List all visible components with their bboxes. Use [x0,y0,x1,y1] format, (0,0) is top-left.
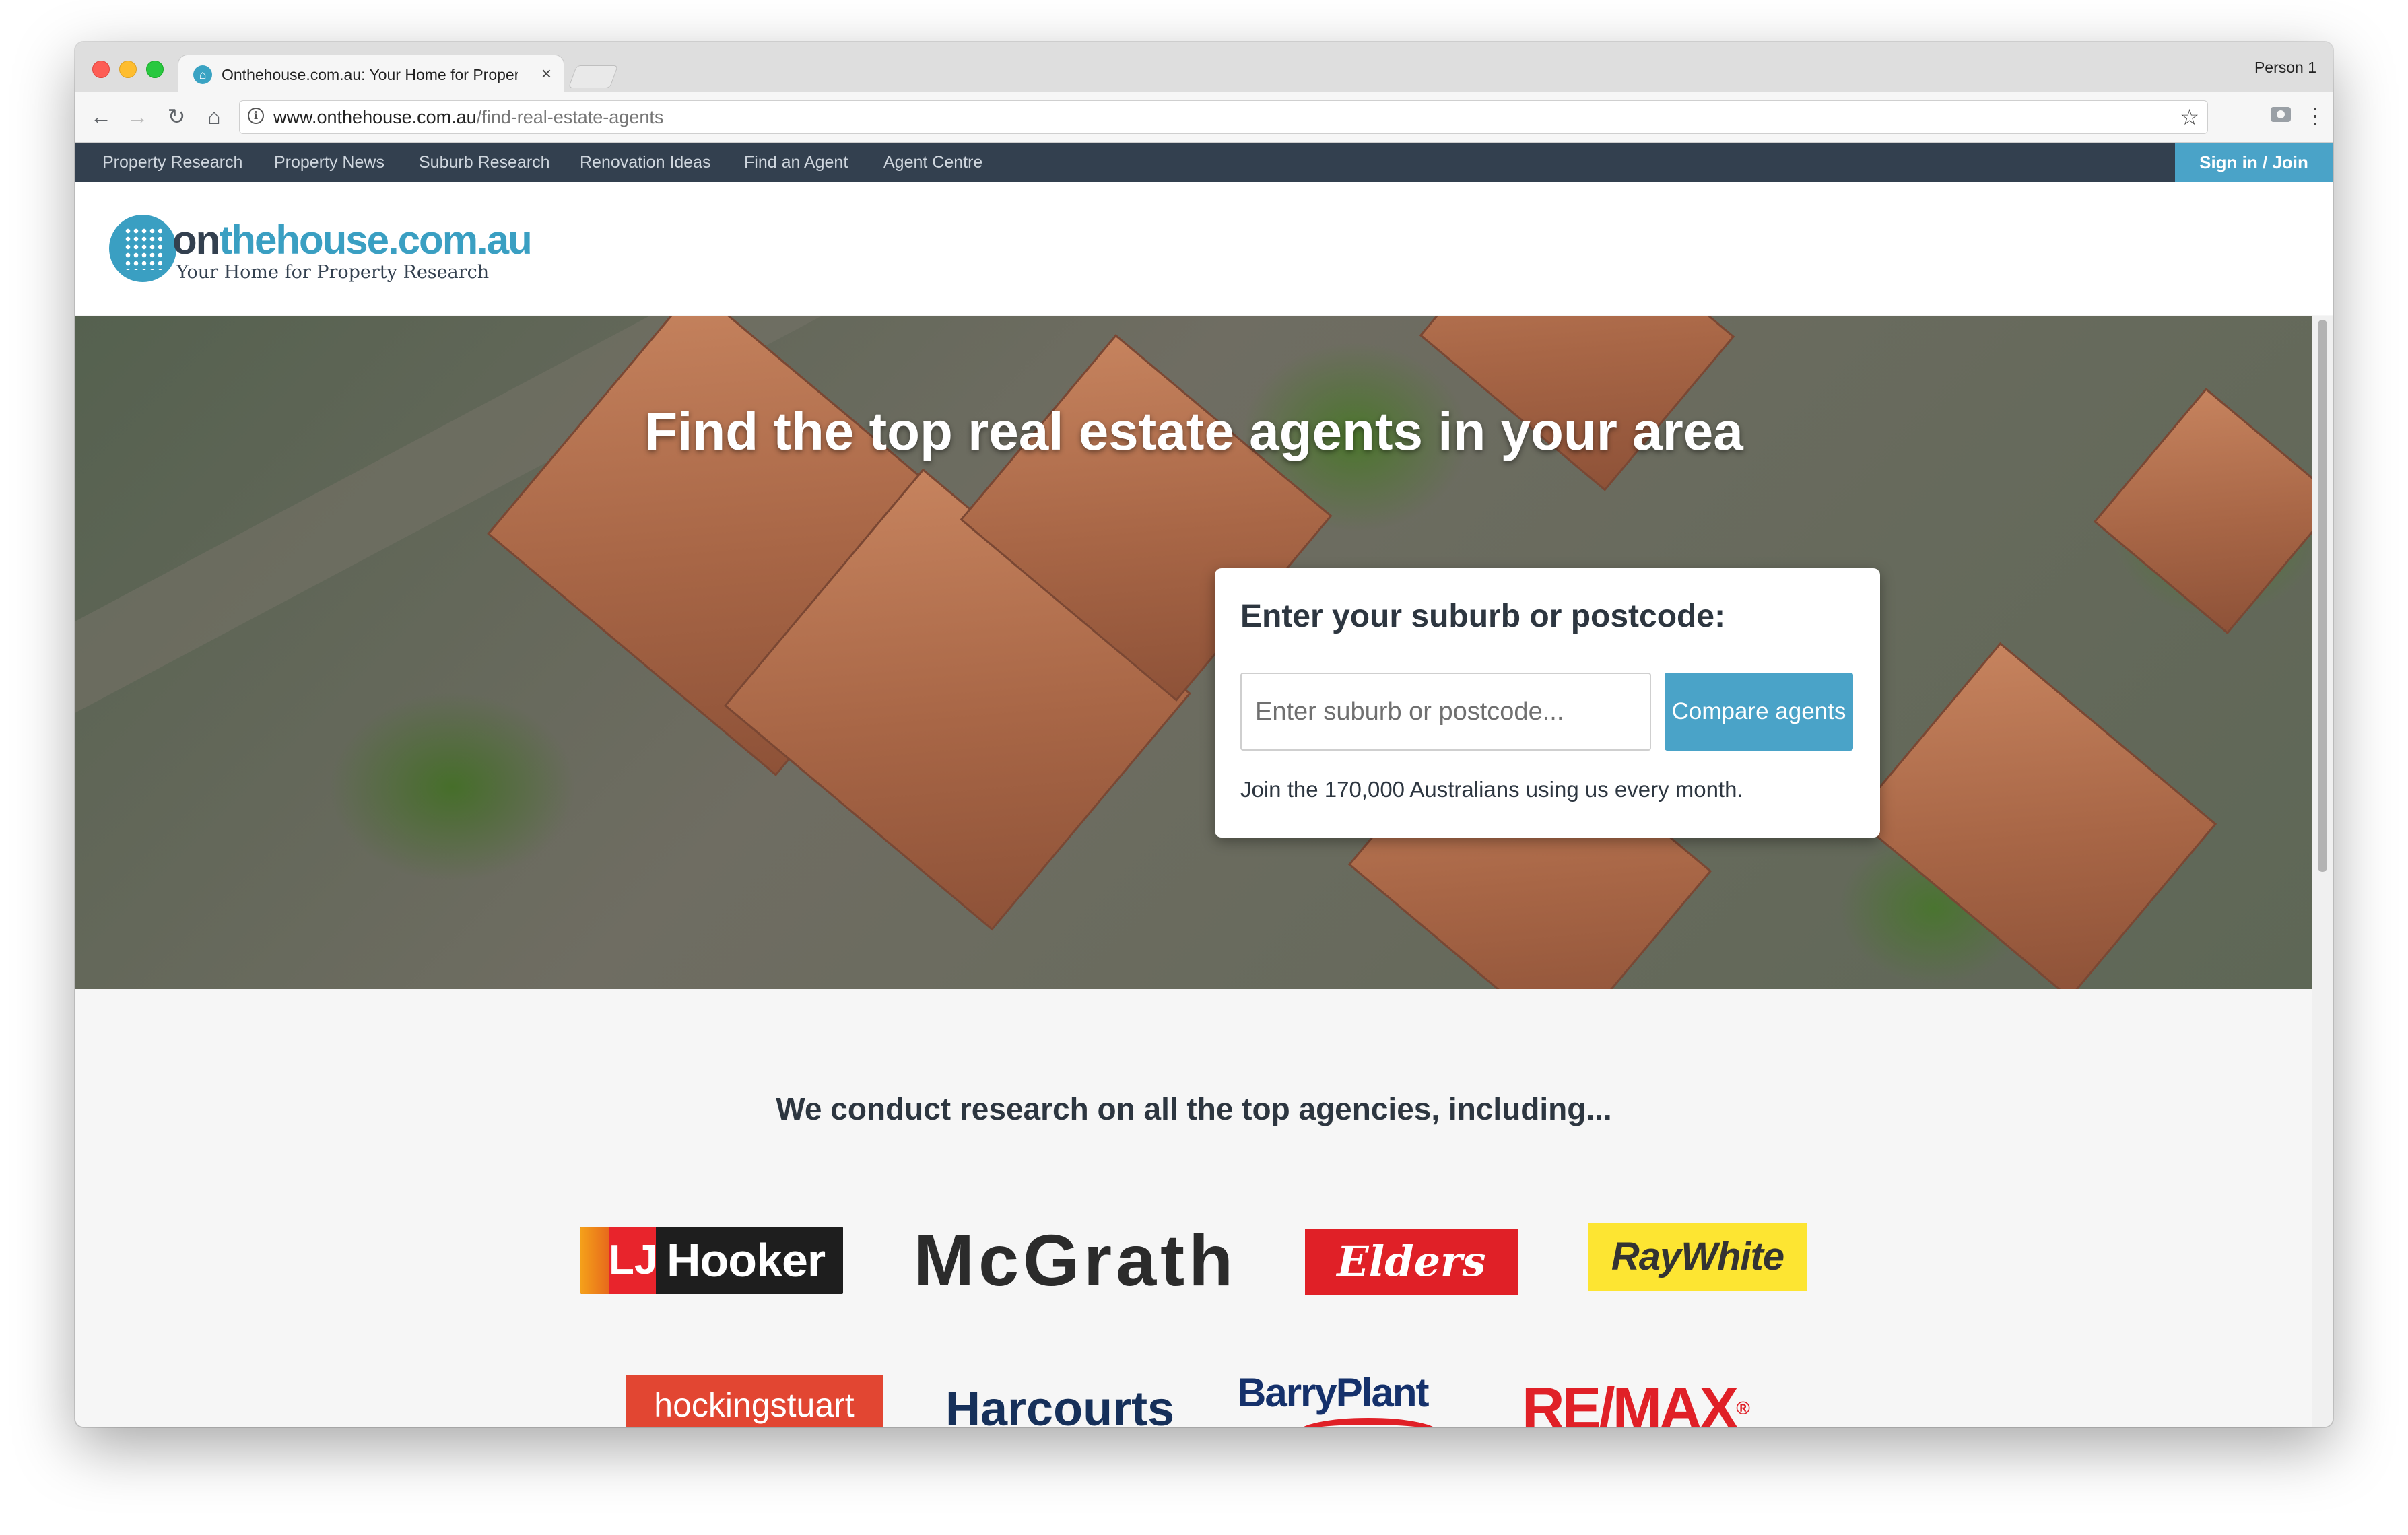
tab-strip: ⌂ Onthehouse.com.au: Your Home for Prope… [75,42,2333,93]
nav-renovation-ideas[interactable]: Renovation Ideas [580,143,711,182]
agencies-heading: We conduct research on all the top agenc… [776,1091,1612,1126]
nav-suburb-research[interactable]: Suburb Research [419,143,550,182]
roof-shape [1852,642,2217,989]
remax-registered-mark: ® [1736,1398,1750,1419]
nav-property-news[interactable]: Property News [274,143,384,182]
profile-name[interactable]: Person 1 [2254,59,2316,77]
scrollbar-thumb[interactable] [2318,320,2327,872]
suburb-search-card: Enter your suburb or postcode: Compare a… [1215,568,1880,838]
reload-icon[interactable]: ↻ [163,103,190,130]
lj-hooker-box: LJ [609,1227,657,1294]
logo-on: on [172,217,220,263]
lj-hooker-stripe [580,1227,609,1294]
camera-icon[interactable] [2271,107,2291,122]
ray-white-logo: RayWhite [1588,1223,1807,1291]
tab-close-icon[interactable]: × [541,63,551,83]
hockingstuart-logo: hockingstuart [626,1375,883,1427]
web-page: Property Research Property News Suburb R… [75,143,2333,1427]
sign-in-join-button[interactable]: Sign in / Join [2175,143,2333,182]
star-icon[interactable]: ☆ [2180,104,2199,131]
elders-logo: Elders [1305,1229,1518,1295]
nav-agent-centre[interactable]: Agent Centre [883,143,982,182]
barry-plant-text: BarryPlant [1237,1370,1429,1415]
hero-banner: Find the top real estate agents in your … [75,316,2312,989]
minimize-window-button[interactable] [119,61,137,78]
lj-hooker-logo: LJ Hooker [580,1227,843,1294]
menu-dots-icon[interactable]: ⋮ [2304,99,2326,133]
logo-rest: thehouse.com.au [219,217,532,263]
url-host: www.onthehouse.com.au [273,107,477,127]
new-tab-button[interactable] [568,65,619,88]
compare-agents-button[interactable]: Compare agents [1665,673,1853,751]
barry-plant-logo: BarryPlant [1237,1369,1439,1425]
browser-window: ⌂ Onthehouse.com.au: Your Home for Prope… [75,42,2333,1427]
page-scrollbar[interactable] [2312,316,2333,1427]
tab-title: Onthehouse.com.au: Your Home for Propert… [222,66,518,83]
barry-plant-swoosh [1298,1418,1439,1427]
mcgrath-logo: McGrath [914,1219,1238,1301]
remax-text: RE/MAX [1522,1375,1739,1427]
harcourts-logo: Harcourts [945,1382,1175,1427]
suburb-postcode-input[interactable] [1240,673,1651,751]
logo-wordmark: onthehouse.com.au [172,217,533,263]
search-card-heading: Enter your suburb or postcode: [1240,599,1726,634]
browser-tab[interactable]: ⌂ Onthehouse.com.au: Your Home for Prope… [178,55,564,93]
home-icon[interactable]: ⌂ [201,103,228,130]
remax-logo: RE/MAX® [1522,1375,1750,1427]
address-bar[interactable]: i www.onthehouse.com.au/find-real-estate… [239,100,2208,134]
back-icon[interactable]: ← [88,103,114,130]
zoom-window-button[interactable] [146,61,164,78]
url-text[interactable]: www.onthehouse.com.au/find-real-estate-a… [273,101,663,133]
close-window-button[interactable] [92,61,110,78]
hero-title: Find the top real estate agents in your … [644,401,1743,461]
forward-icon[interactable]: → [124,103,151,130]
lj-hooker-text: Hooker [667,1234,826,1287]
nav-find-an-agent[interactable]: Find an Agent [744,143,848,182]
url-path: /find-real-estate-agents [476,107,664,127]
nav-property-research[interactable]: Property Research [102,143,242,182]
info-icon[interactable]: i [248,108,264,124]
logo-bar: onthehouse.com.au Your Home for Property… [75,182,2333,315]
house-logo-icon [109,215,176,282]
logo-tagline: Your Home for Property Research [176,262,490,283]
site-favicon-icon: ⌂ [193,65,212,84]
site-top-nav: Property Research Property News Suburb R… [75,143,2333,182]
browser-toolbar: ← → ↻ ⌂ i www.onthehouse.com.au/find-rea… [75,92,2333,143]
search-card-note: Join the 170,000 Australians using us ev… [1240,777,1743,802]
